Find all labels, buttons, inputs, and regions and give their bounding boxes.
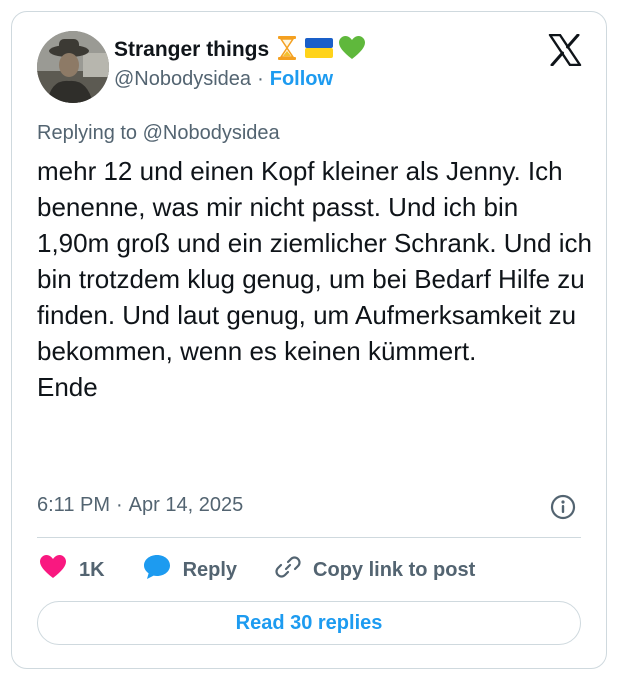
timestamp-separator: · <box>116 494 123 516</box>
tweet-timestamp[interactable]: 6:11 PM · Apr 14, 2025 <box>37 494 243 517</box>
avatar-photo <box>37 31 109 103</box>
heart-icon <box>39 555 67 585</box>
author-display-name[interactable]: Stranger things <box>114 38 269 62</box>
hourglass-emoji-icon <box>275 35 299 66</box>
copy-link-label: Copy link to post <box>313 558 476 581</box>
replying-prefix: Replying to <box>37 122 138 144</box>
tweet-time: 6:11 PM <box>37 494 110 516</box>
like-button[interactable]: 1K <box>39 555 105 585</box>
reply-bubble-icon <box>143 554 171 586</box>
author-name-row: Stranger things <box>114 35 366 66</box>
divider <box>37 537 581 538</box>
link-icon <box>275 554 301 586</box>
author-handle-row: @Nobodysidea · Follow <box>114 68 333 91</box>
green-heart-icon <box>339 35 366 65</box>
tweet-card: Stranger things @Nobodysidea · Follow Re… <box>11 11 607 669</box>
reply-button[interactable]: Reply <box>143 554 237 586</box>
author-handle[interactable]: @Nobodysidea <box>114 68 251 91</box>
copy-link-button[interactable]: Copy link to post <box>275 554 475 586</box>
reply-label: Reply <box>182 558 238 581</box>
tweet-date: Apr 14, 2025 <box>128 494 244 516</box>
like-count: 1K <box>79 558 105 581</box>
x-logo-icon[interactable] <box>548 33 582 67</box>
replying-to: Replying to @Nobodysidea <box>37 122 280 145</box>
replying-to-mention[interactable]: @Nobodysidea <box>143 122 280 144</box>
ukraine-flag-icon <box>305 37 334 63</box>
info-icon[interactable] <box>550 494 576 520</box>
read-replies-button[interactable]: Read 30 replies <box>37 601 581 645</box>
avatar[interactable] <box>37 31 109 103</box>
action-bar: 1K Reply Copy link to post <box>39 555 475 585</box>
handle-separator: · <box>257 68 264 90</box>
tweet-text: mehr 12 und einen Kopf kleiner als Jenny… <box>37 156 592 402</box>
follow-button[interactable]: Follow <box>270 68 333 91</box>
